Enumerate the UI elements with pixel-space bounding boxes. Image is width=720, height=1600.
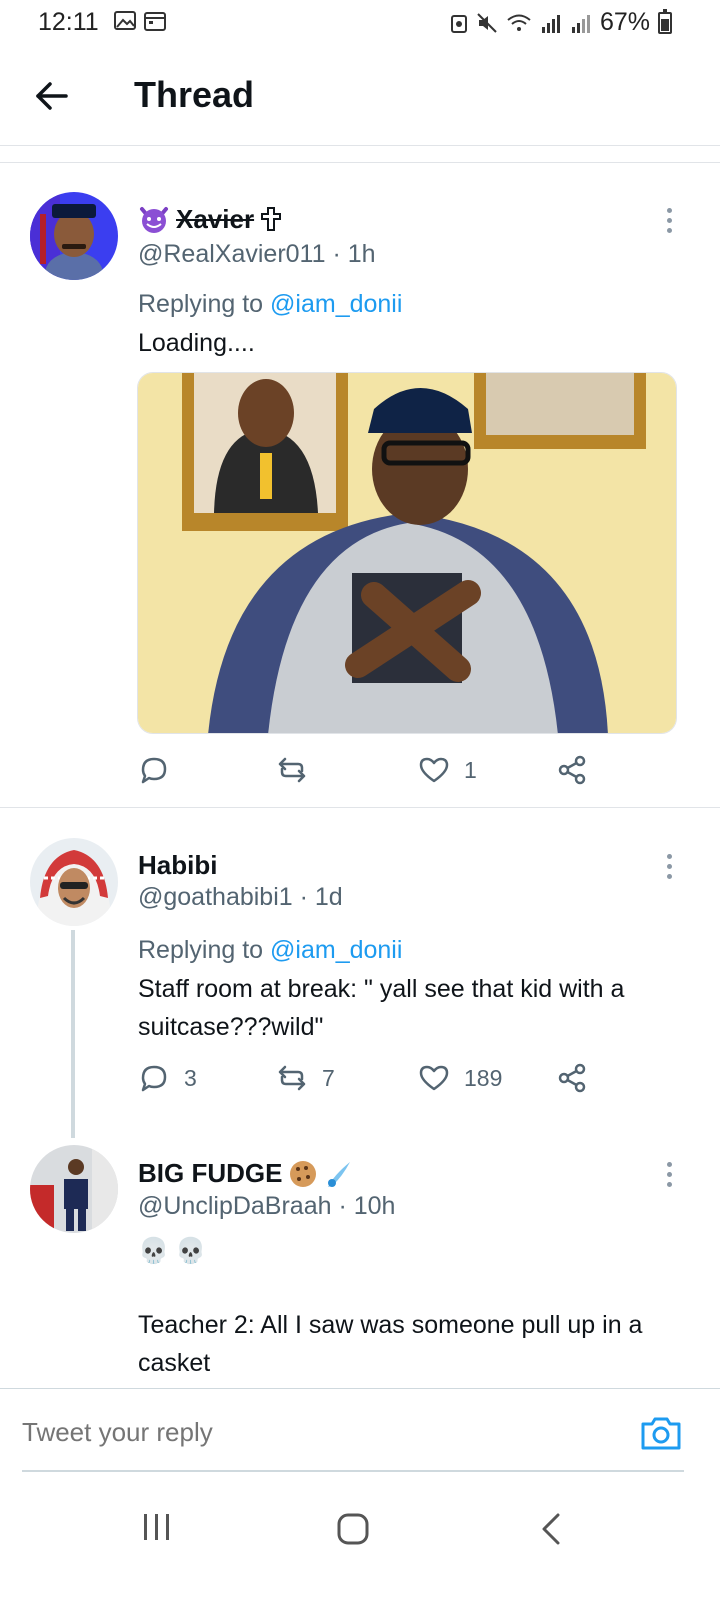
author-handle: @UnclipDaBraah · 10h (138, 1192, 396, 1220)
camera-icon[interactable] (640, 1415, 682, 1451)
more-options-icon[interactable] (664, 1162, 674, 1192)
author-name: BIG FUDGE (138, 1158, 283, 1188)
tweet-author[interactable]: BIG FUDGE (138, 1158, 354, 1189)
home-icon[interactable] (336, 1512, 370, 1546)
avatar[interactable] (30, 1145, 118, 1233)
back-nav-icon[interactable] (538, 1512, 564, 1546)
tweet-text: Teacher 2: All I saw was someone pull up… (138, 1311, 643, 1377)
reply-bar (0, 1388, 720, 1472)
reply-input[interactable] (22, 1417, 522, 1448)
system-nav-bar (0, 1472, 720, 1600)
emoji-line: 💀💀 (138, 1236, 213, 1265)
cookie-icon (290, 1160, 317, 1187)
skull-emojis: 💀💀 (138, 1232, 688, 1270)
tweet-big-fudge[interactable]: BIG FUDGE @UnclipDaBraah · 10h 💀💀 Teache… (0, 0, 720, 1388)
comet-icon (328, 1161, 351, 1187)
recent-apps-icon[interactable] (140, 1512, 174, 1542)
